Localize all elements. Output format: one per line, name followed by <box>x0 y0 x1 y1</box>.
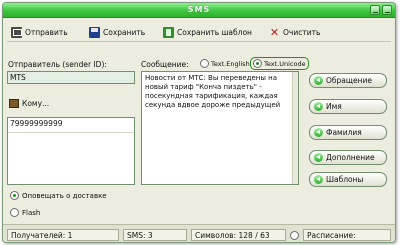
sms-window: SMS Отправить Сохранить Сохранить шаблон… <box>2 2 396 243</box>
arrow-left-icon <box>314 175 323 184</box>
flash-label: Flash <box>22 208 41 217</box>
delivery-notify-checkbox[interactable]: Оповещать о доставке <box>10 191 107 200</box>
checkbox-icon <box>10 208 19 217</box>
send-icon <box>11 26 22 38</box>
message-textarea[interactable]: Новости от МТС: Вы переведены на новый т… <box>141 71 299 185</box>
insert-address-label: Обращение <box>326 76 372 85</box>
insert-surname-button[interactable]: Фамилия <box>309 125 387 140</box>
sender-input[interactable]: MTS <box>7 71 135 84</box>
message-label: Сообщение: <box>141 60 189 69</box>
arrow-left-icon <box>314 102 323 111</box>
title-bar: SMS <box>3 3 395 18</box>
insert-name-label: Имя <box>326 102 342 111</box>
insert-address-button[interactable]: Обращение <box>309 73 387 88</box>
recipient-row-divider <box>8 132 134 133</box>
symbols-count: Символов: 128 / 63 <box>191 229 286 241</box>
radio-icon <box>200 59 209 68</box>
arrow-left-icon <box>314 76 323 85</box>
minimize-button[interactable] <box>370 5 380 15</box>
arrow-left-icon <box>314 128 323 137</box>
schedule-toggle[interactable] <box>290 231 299 240</box>
checkbox-checked-icon <box>10 191 19 200</box>
insert-name-button[interactable]: Имя <box>309 99 387 114</box>
encoding-english-label: Text.English <box>211 59 250 68</box>
arrow-left-icon <box>314 153 323 162</box>
floppy-disk-icon <box>89 26 100 38</box>
toolbar: Отправить Сохранить Сохранить шаблон ✕ О… <box>7 22 391 42</box>
send-label: Отправить <box>25 27 68 37</box>
status-bar: Получателей: 1 SMS: 3 Символов: 128 / 63… <box>3 224 395 242</box>
send-button[interactable]: Отправить <box>11 25 68 39</box>
message-scrollbar[interactable] <box>292 72 298 184</box>
templates-label: Шаблоны <box>326 175 364 184</box>
recipients-button-label: Кому... <box>22 99 50 108</box>
radio-selected-icon <box>253 59 262 68</box>
insert-surname-label: Фамилия <box>326 128 362 137</box>
schedule-status: Расписание: <box>303 229 391 241</box>
save-button[interactable]: Сохранить <box>89 25 145 39</box>
flash-checkbox[interactable]: Flash <box>10 208 40 217</box>
insert-extra-button[interactable]: Дополнение <box>309 150 387 165</box>
sms-count: SMS: 3 <box>123 229 187 241</box>
encoding-unicode-radio[interactable]: Text.Unicode <box>250 57 309 70</box>
encoding-english-radio[interactable]: Text.English <box>200 59 250 68</box>
address-book-icon <box>9 99 19 108</box>
sender-label: Отправитель (sender ID): <box>8 60 107 69</box>
save-template-button[interactable]: Сохранить шаблон <box>163 25 252 39</box>
close-icon: ✕ <box>269 25 280 39</box>
close-button[interactable] <box>382 5 392 15</box>
insert-extra-label: Дополнение <box>326 153 375 162</box>
clear-label: Очистить <box>283 27 321 37</box>
window-title: SMS <box>187 5 211 14</box>
delivery-notify-label: Оповещать о доставке <box>22 191 107 200</box>
save-template-label: Сохранить шаблон <box>177 27 252 37</box>
save-label: Сохранить <box>103 27 146 37</box>
encoding-unicode-label: Text.Unicode <box>264 59 306 68</box>
recipients-list[interactable]: 79999999999 <box>7 117 135 185</box>
template-icon <box>163 26 174 38</box>
templates-button[interactable]: Шаблоны <box>309 172 387 187</box>
recipient-number: 79999999999 <box>10 119 63 128</box>
clear-button[interactable]: ✕ Очистить <box>269 25 320 39</box>
recipients-button[interactable]: Кому... <box>9 99 49 108</box>
message-text: Новости от МТС: Вы переведены на новый т… <box>145 74 281 109</box>
recipients-count: Получателей: 1 <box>7 229 119 241</box>
